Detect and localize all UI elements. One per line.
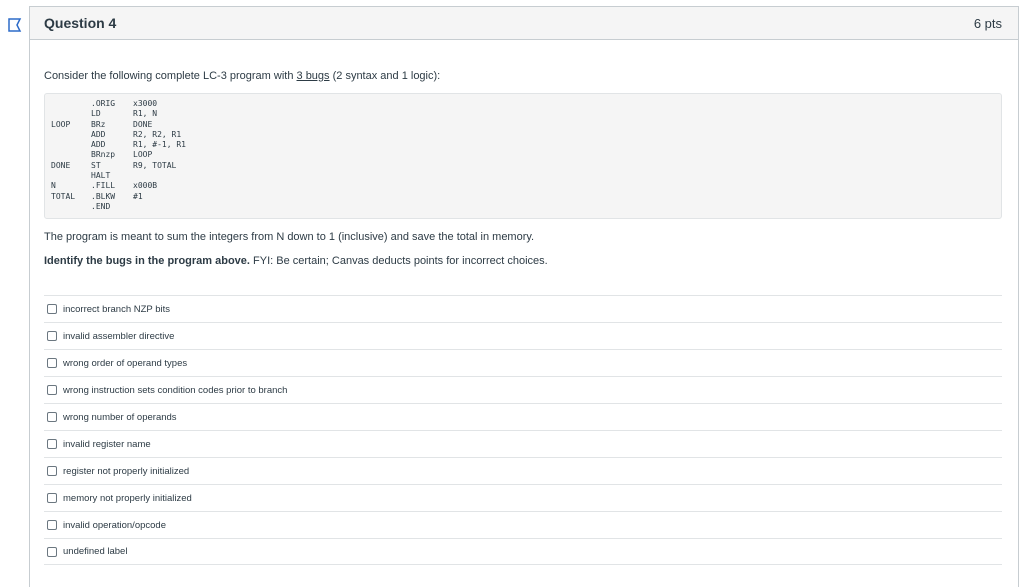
answer-label: invalid operation/opcode [63, 519, 166, 531]
code-line: LD R1, N [51, 109, 995, 119]
code-args: DONE [133, 119, 153, 129]
code-label: TOTAL [51, 191, 76, 201]
intro-suffix: (2 syntax and 1 logic): [329, 70, 441, 82]
code-line: ADD R1, #-1, R1 [51, 140, 995, 150]
code-op: ADD [91, 140, 106, 150]
code-args: #1 [133, 191, 143, 201]
answer-label: invalid register name [63, 438, 151, 450]
code-label [51, 109, 91, 119]
code-op: .END [91, 201, 111, 211]
code-line: BRnzp LOOP [51, 150, 995, 160]
answer-label: wrong number of operands [63, 411, 177, 423]
answer-checkbox[interactable] [47, 412, 57, 422]
code-label: DONE [51, 160, 71, 170]
answer-checkbox[interactable] [47, 493, 57, 503]
question-body: Consider the following complete LC-3 pro… [30, 40, 1018, 565]
code-args: R1, #-1, R1 [133, 140, 186, 150]
code-args: R1, N [133, 109, 158, 119]
instruction-rest: FYI: Be certain; Canvas deducts points f… [249, 255, 548, 267]
code-line: N .FILL x000B [51, 181, 995, 191]
code-op: BRnzp [91, 150, 116, 160]
answer-option[interactable]: undefined label [44, 538, 1002, 565]
question-instruction: Identify the bugs in the program above. … [44, 255, 1002, 267]
code-label: N [51, 181, 56, 191]
code-op: HALT [91, 171, 111, 181]
question-points: 6 pts [973, 15, 1002, 31]
answer-checkbox[interactable] [47, 546, 57, 557]
answer-option[interactable]: invalid assembler directive [44, 322, 1002, 349]
code-line: TOTAL .BLKW #1 [51, 192, 995, 202]
answer-option[interactable]: memory not properly initialized [44, 484, 1002, 511]
answer-label: wrong order of operand types [63, 357, 188, 369]
question-description: The program is meant to sum the integers… [44, 231, 535, 243]
code-args: x3000 [133, 99, 158, 108]
code-label [51, 202, 91, 212]
answer-checkbox[interactable] [47, 520, 57, 530]
code-op: .ORIG [91, 99, 116, 108]
answer-list: incorrect branch NZP bits invalid assembl… [44, 295, 1002, 565]
answer-option[interactable]: wrong instruction sets condition codes p… [44, 376, 1002, 403]
code-op: BRz [91, 119, 106, 129]
flag-question-icon[interactable] [7, 18, 23, 32]
code-line: HALT [51, 171, 995, 181]
code-label [51, 130, 91, 140]
answer-checkbox[interactable] [47, 466, 57, 476]
answer-label: register not properly initialized [63, 465, 190, 477]
code-op: LD [91, 109, 101, 119]
code-op: .FILL [91, 181, 116, 191]
answer-checkbox[interactable] [47, 304, 57, 314]
answer-option[interactable]: wrong number of operands [44, 403, 1002, 430]
intro-prefix: Consider the following complete LC-3 pro… [44, 70, 297, 82]
answer-option[interactable]: invalid operation/opcode [44, 511, 1002, 538]
answer-label: wrong instruction sets condition codes p… [63, 384, 288, 396]
code-args: R9, TOTAL [133, 160, 177, 170]
answer-checkbox[interactable] [47, 439, 57, 449]
code-op: .BLKW [91, 191, 116, 201]
code-label [51, 140, 91, 150]
answer-label: undefined label [63, 546, 128, 557]
answer-label: invalid assembler directive [63, 330, 175, 342]
code-label [51, 99, 91, 109]
code-block: .ORIG x3000 LD R1, N LOOP BRz DONE ADD R2, R2, R… [44, 93, 1002, 219]
answer-checkbox[interactable] [47, 385, 57, 395]
answer-checkbox[interactable] [47, 358, 57, 368]
answer-option[interactable]: incorrect branch NZP bits [44, 295, 1002, 322]
instruction-bold: Identify the bugs in the program above. [44, 255, 250, 267]
answer-label: memory not properly initialized [63, 492, 192, 504]
answer-option[interactable]: wrong order of operand types [44, 349, 1002, 376]
question-title: Question 4 [44, 15, 117, 31]
code-op: ST [91, 160, 101, 170]
question-header: Question 4 6 pts [30, 7, 1018, 40]
code-line: .END [51, 202, 995, 212]
question-intro: Consider the following complete LC-3 pro… [44, 70, 1002, 82]
answer-checkbox[interactable] [47, 331, 57, 341]
code-args: x000B [133, 181, 158, 191]
code-line: ADD R2, R2, R1 [51, 130, 995, 140]
code-line: LOOP BRz DONE [51, 120, 995, 130]
code-label [51, 150, 91, 160]
answer-option[interactable]: invalid register name [44, 430, 1002, 457]
intro-underlined: 3 bugs [296, 70, 330, 82]
code-label: LOOP [51, 119, 71, 129]
answer-label: incorrect branch NZP bits [63, 303, 171, 315]
code-args: R2, R2, R1 [133, 129, 182, 139]
code-label [51, 171, 91, 181]
question-card: Question 4 6 pts Consider the following … [29, 6, 1019, 587]
answer-option[interactable]: register not properly initialized [44, 457, 1002, 484]
code-line: DONE ST R9, TOTAL [51, 161, 995, 171]
code-line: .ORIG x3000 [51, 99, 995, 109]
code-op: ADD [91, 129, 106, 139]
code-args: LOOP [133, 150, 153, 160]
